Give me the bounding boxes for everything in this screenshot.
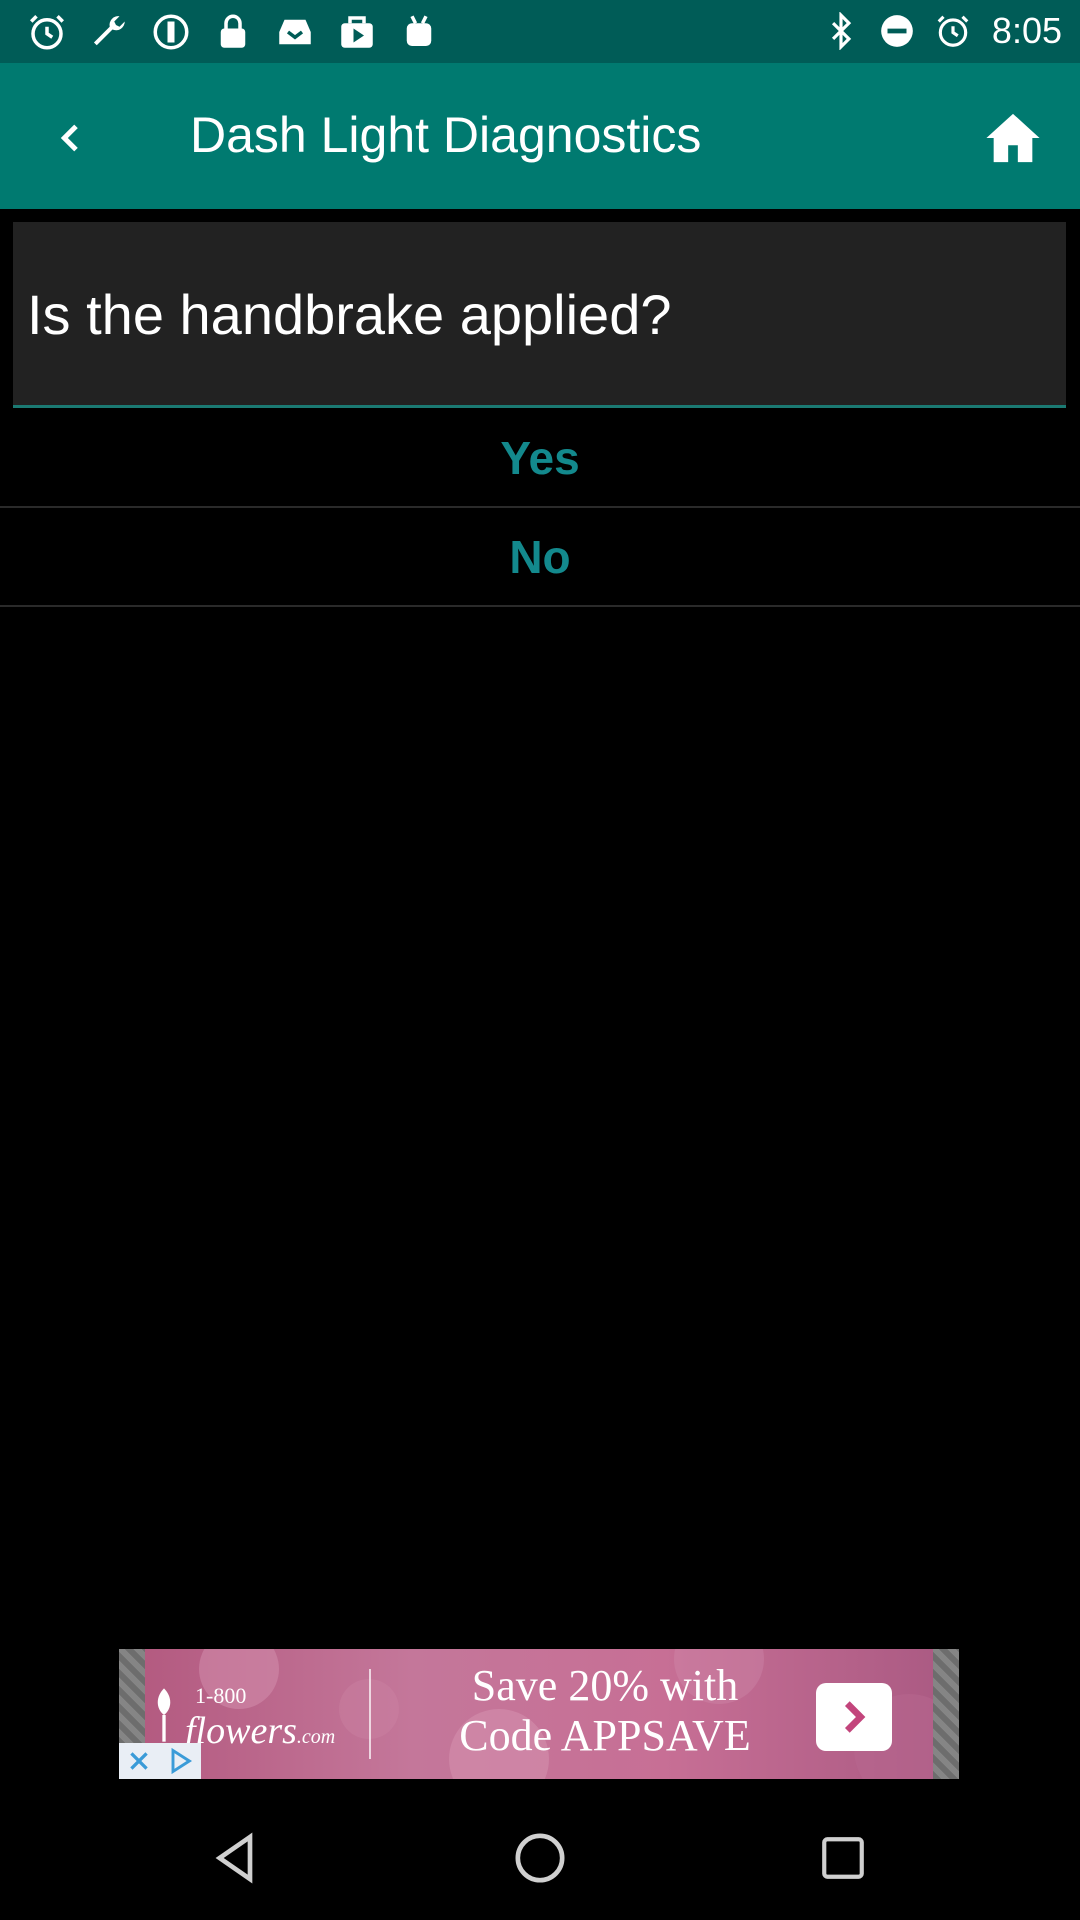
flower-logo-icon (157, 1688, 171, 1742)
question-text: Is the handbrake applied? (27, 283, 672, 346)
back-button[interactable] (36, 103, 106, 173)
lock-icon (220, 14, 246, 48)
ad-headline-line2: Code APPSAVE (459, 1711, 751, 1760)
ad-choices-icon[interactable] (166, 1747, 194, 1775)
status-bar: 8:05 (0, 0, 1080, 63)
info-circle-icon (153, 14, 189, 50)
ad-headline: Save 20% with Code APPSAVE (395, 1661, 815, 1761)
ad-divider (369, 1669, 371, 1759)
option-no[interactable]: No (0, 508, 1080, 607)
ad-controls (119, 1743, 201, 1779)
option-yes[interactable]: Yes (0, 409, 1080, 508)
home-icon (986, 113, 1040, 163)
nav-back-button[interactable] (196, 1818, 276, 1898)
question-card: Is the handbrake applied? (13, 222, 1066, 408)
chevron-right-icon (844, 1701, 866, 1733)
play-store-icon (341, 16, 373, 48)
nav-recents-button[interactable] (803, 1818, 883, 1898)
ad-banner[interactable]: 1-800 flowers.com Save 20% with Code APP… (119, 1649, 959, 1779)
alarm-icon (937, 15, 969, 47)
wrench-icon (93, 16, 125, 46)
app-title: Dash Light Diagnostics (190, 107, 702, 163)
android-icon (406, 15, 432, 46)
nav-bar (0, 1790, 1080, 1920)
close-icon[interactable] (126, 1748, 152, 1774)
ad-arrow-button[interactable] (816, 1683, 892, 1751)
bluetooth-icon (831, 12, 852, 50)
status-time: 8:05 (991, 10, 1062, 51)
chevron-left-icon (60, 124, 78, 152)
status-icons-right: 8:05 (804, 8, 1062, 54)
ad-right-strip (933, 1649, 959, 1779)
home-circle-icon (515, 1833, 565, 1883)
alarm-icon (30, 15, 64, 50)
status-icons-left (26, 10, 460, 54)
recents-square-icon (822, 1837, 864, 1879)
inbox-icon (279, 19, 311, 45)
home-button[interactable] (976, 101, 1050, 175)
nav-home-button[interactable] (500, 1818, 580, 1898)
ad-logo-top: 1-800 (195, 1683, 247, 1708)
do-not-disturb-icon (881, 15, 913, 47)
ad-headline-line1: Save 20% with (471, 1661, 739, 1710)
ad-logo-main: flowers.com (185, 1710, 336, 1752)
app-bar: Dash Light Diagnostics (0, 63, 1080, 209)
back-triangle-icon (215, 1832, 253, 1884)
